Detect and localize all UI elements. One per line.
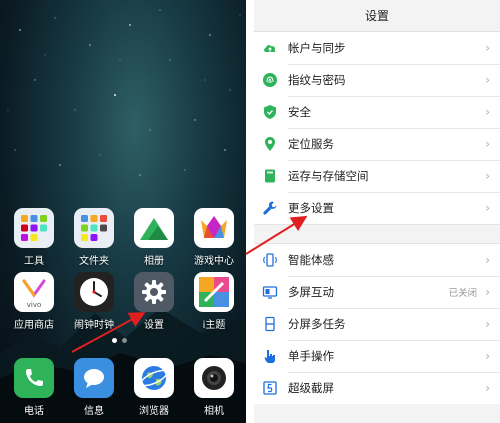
settings-item-label: 定位服务 — [288, 137, 334, 151]
chevron-right-icon: › — [485, 381, 490, 395]
clock-icon — [74, 272, 114, 312]
shield-icon — [262, 104, 278, 120]
settings-item-label: 超级截屏 — [288, 381, 334, 395]
messages-icon — [74, 358, 114, 398]
status-text: 已关闭 — [448, 288, 478, 299]
vivo-logo-text: vivo — [26, 301, 42, 309]
settings-item-label: 智能体感 — [288, 253, 334, 267]
chevron-right-icon: › — [485, 137, 490, 151]
settings-item-label: 单手操作 — [288, 349, 334, 363]
settings-item-ram-storage[interactable]: 运存与存储空间 › — [254, 160, 500, 192]
settings-item-smart-motion[interactable]: 智能体感 › — [254, 244, 500, 276]
settings-item-label: 安全 — [288, 105, 311, 119]
chevron-right-icon: › — [485, 317, 490, 331]
settings-item-label: 运存与存储空间 — [288, 169, 369, 183]
wrench-icon — [262, 200, 278, 216]
settings-item-more-settings[interactable]: 更多设置 › — [254, 192, 500, 224]
section-spacer — [254, 224, 500, 244]
one-hand-icon — [262, 348, 278, 364]
settings-item-split-screen[interactable]: 分屏多任务 › — [254, 308, 500, 340]
phone-icon — [14, 358, 54, 398]
motion-icon — [262, 252, 278, 268]
app-label: 文件夹 — [79, 256, 109, 267]
app-folder[interactable]: 文件夹 — [66, 208, 122, 267]
multi-screen-icon — [262, 284, 278, 300]
settings-item-security[interactable]: 安全 › — [254, 96, 500, 128]
location-pin-icon — [262, 136, 278, 152]
chevron-right-icon: › — [485, 73, 490, 87]
settings-group-primary: 帐户与同步 › 指纹与密码 › 安全 › 定位服务 › 运存与存储空间 › 更多… — [254, 32, 500, 224]
screenshot-icon — [262, 380, 278, 396]
app-label: 闹钟时钟 — [74, 320, 114, 331]
fingerprint-icon — [262, 72, 278, 88]
chevron-right-icon: › — [485, 253, 490, 267]
app-game-center[interactable]: 游戏中心 — [186, 208, 242, 267]
settings-item-one-hand[interactable]: 单手操作 › — [254, 340, 500, 372]
tools-folder-icon — [14, 208, 54, 248]
app-label: 相机 — [204, 406, 224, 417]
app-label: 电话 — [24, 406, 44, 417]
app-label: 信息 — [84, 406, 104, 417]
browser-icon — [134, 358, 174, 398]
settings-group-more: 智能体感 › 多屏互动 已关闭 › 分屏多任务 › 单手操作 › 超级截屏 › — [254, 244, 500, 404]
app-label: 游戏中心 — [194, 256, 234, 267]
chevron-right-icon: › — [485, 105, 490, 119]
settings-item-label: 帐户与同步 — [288, 41, 346, 55]
home-screen: 工具 文件夹 相册 游戏中心 vivo 应用商店 闹钟时钟 设置 i主题 电话 … — [0, 0, 246, 423]
app-clock[interactable]: 闹钟时钟 — [66, 272, 122, 331]
panel-divider — [246, 0, 254, 423]
cloud-icon — [262, 40, 278, 56]
app-label: 工具 — [24, 256, 44, 267]
settings-item-label: 多屏互动 — [288, 285, 334, 299]
settings-item-super-screenshot[interactable]: 超级截屏 › — [254, 372, 500, 404]
app-tools[interactable]: 工具 — [6, 208, 62, 267]
dock-messages[interactable]: 信息 — [66, 358, 122, 417]
page-dot — [122, 338, 127, 343]
app-store-icon: vivo — [14, 272, 54, 312]
app-label: 相册 — [144, 256, 164, 267]
app-label: 应用商店 — [14, 320, 54, 331]
gallery-icon — [134, 208, 174, 248]
page-dot-active — [112, 338, 117, 343]
chevron-right-icon: › — [485, 41, 490, 55]
storage-icon — [262, 168, 278, 184]
chevron-right-icon: › — [485, 201, 490, 215]
app-label: 设置 — [144, 320, 164, 331]
chevron-right-icon: › — [485, 285, 490, 299]
settings-item-label: 指纹与密码 — [288, 73, 346, 87]
game-center-icon — [194, 208, 234, 248]
app-store[interactable]: vivo 应用商店 — [6, 272, 62, 331]
settings-gear-icon — [134, 272, 174, 312]
chevron-right-icon: › — [485, 349, 490, 363]
settings-item-fingerprint-password[interactable]: 指纹与密码 › — [254, 64, 500, 96]
settings-item-multi-screen[interactable]: 多屏互动 已关闭 › — [254, 276, 500, 308]
app-theme[interactable]: i主题 — [186, 272, 242, 331]
settings-item-account-sync[interactable]: 帐户与同步 › — [254, 32, 500, 64]
settings-screen: 设置 帐户与同步 › 指纹与密码 › 安全 › 定位服务 › 运存与存储空间 ›… — [254, 0, 500, 423]
dock-phone[interactable]: 电话 — [6, 358, 62, 417]
app-settings[interactable]: 设置 — [126, 272, 182, 331]
page-indicator — [112, 338, 127, 343]
app-gallery[interactable]: 相册 — [126, 208, 182, 267]
settings-item-label: 更多设置 — [288, 201, 334, 215]
dock-camera[interactable]: 相机 — [186, 358, 242, 417]
folder-icon — [74, 208, 114, 248]
settings-item-label: 分屏多任务 — [288, 317, 346, 331]
theme-icon — [194, 272, 234, 312]
camera-icon — [194, 358, 234, 398]
settings-item-location[interactable]: 定位服务 › — [254, 128, 500, 160]
app-label: 浏览器 — [139, 406, 169, 417]
dock-browser[interactable]: 浏览器 — [126, 358, 182, 417]
chevron-right-icon: › — [485, 169, 490, 183]
page-title: 设置 — [254, 0, 500, 32]
split-screen-icon — [262, 316, 278, 332]
app-label: i主题 — [202, 320, 226, 331]
